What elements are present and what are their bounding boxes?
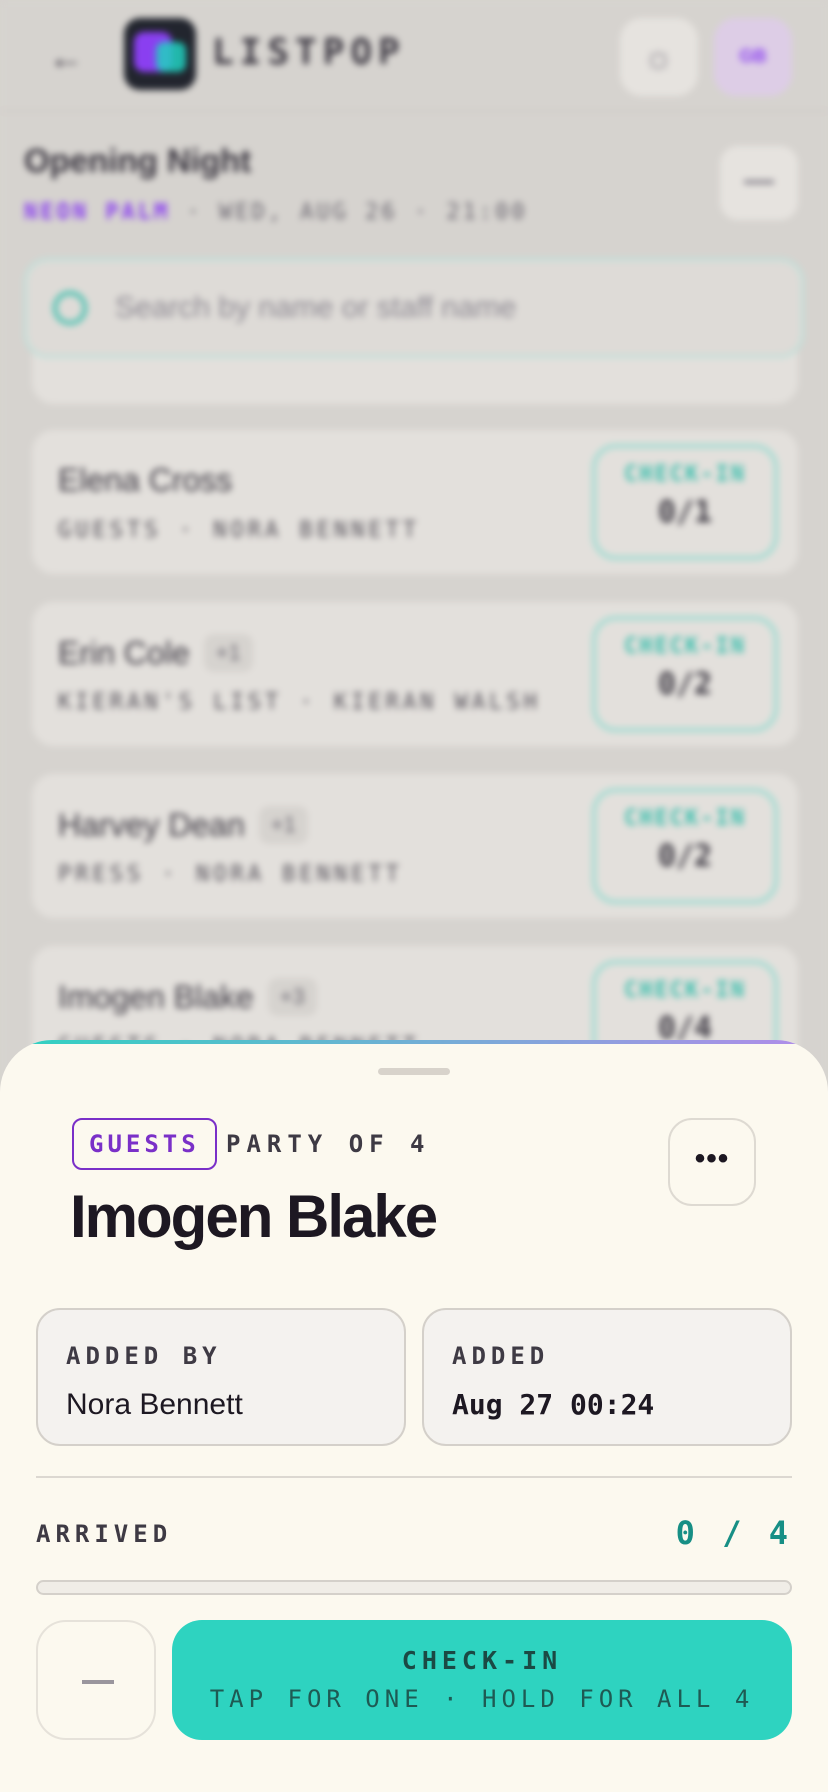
- checkin-hint: TAP FOR ONE · HOLD FOR ALL 4: [209, 1685, 755, 1713]
- sun-icon: ☼: [642, 36, 675, 77]
- minus-icon: [744, 180, 774, 184]
- guest-detail-sheet: GUESTS PARTY OF 4 ••• Imogen Blake ADDED…: [0, 1040, 828, 1792]
- undo-checkin-button[interactable]: [36, 1620, 156, 1740]
- event-venue: NEON PALM: [24, 200, 171, 225]
- back-arrow-icon[interactable]: ←: [48, 36, 84, 78]
- divider: [36, 1476, 792, 1478]
- guest-meta: KIERAN'S LIST · KIERAN WALSH: [58, 690, 541, 715]
- more-icon: •••: [694, 1142, 730, 1175]
- guest-name-title: Imogen Blake: [70, 1183, 438, 1250]
- plus-badge: +3: [267, 978, 317, 1016]
- list-item[interactable]: Erin Cole +1 KIERAN'S LIST · KIERAN WALSH…: [32, 602, 798, 746]
- event-details: · WED, AUG 26 · 21:00: [186, 200, 528, 225]
- app-logo-icon: [124, 18, 196, 90]
- checkin-button[interactable]: CHECK-IN 0/2: [592, 788, 778, 904]
- plus-badge: +1: [258, 806, 308, 844]
- more-options-button[interactable]: •••: [668, 1118, 756, 1206]
- added-by-value: Nora Bennett: [66, 1388, 243, 1421]
- minus-icon: [82, 1680, 114, 1684]
- sheet-drag-handle[interactable]: [378, 1068, 450, 1075]
- guest-name: Imogen Blake: [58, 978, 254, 1015]
- arrived-label: ARRIVED: [36, 1520, 173, 1548]
- arrived-count: 0 / 4: [675, 1514, 792, 1552]
- checkin-button-main[interactable]: CHECK-IN TAP FOR ONE · HOLD FOR ALL 4: [172, 1620, 792, 1740]
- added-card: ADDED Aug 27 00:24: [422, 1308, 792, 1446]
- top-bar: ← LISTPOP ☼ GB: [0, 0, 828, 112]
- guest-name: Harvey Dean: [58, 806, 245, 843]
- guest-name: Erin Cole: [58, 634, 190, 671]
- brand-name: LISTPOP: [212, 32, 406, 73]
- checkin-button[interactable]: CHECK-IN 0/2: [592, 616, 778, 732]
- theme-toggle-button[interactable]: ☼: [620, 18, 698, 96]
- checkin-title: CHECK-IN: [401, 1646, 563, 1675]
- checkin-button[interactable]: CHECK-IN 0/1: [592, 444, 778, 560]
- list-tag: GUESTS: [72, 1118, 217, 1170]
- event-menu-button[interactable]: [720, 146, 798, 220]
- plus-badge: +1: [203, 634, 253, 672]
- search-icon: [53, 291, 87, 325]
- added-by-label: ADDED BY: [66, 1342, 222, 1370]
- avatar[interactable]: GB: [714, 18, 792, 96]
- event-subtitle: NEON PALM · WED, AUG 26 · 21:00: [24, 200, 528, 225]
- guest-meta: PRESS · NORA BENNETT: [58, 862, 403, 887]
- search-input[interactable]: Search by name or staff name: [24, 258, 804, 358]
- guest-name: Elena Cross: [58, 462, 233, 498]
- list-item[interactable]: Harvey Dean +1 PRESS · NORA BENNETT CHECK…: [32, 774, 798, 918]
- event-title: Opening Night: [24, 142, 252, 179]
- list-item[interactable]: Elena Cross GUESTS · NORA BENNETT CHECK-…: [32, 430, 798, 574]
- guest-meta: GUESTS · NORA BENNETT: [58, 518, 421, 543]
- added-value: Aug 27 00:24: [452, 1388, 655, 1421]
- added-by-card: ADDED BY Nora Bennett: [36, 1308, 406, 1446]
- arrived-progress-bar: [36, 1580, 792, 1595]
- search-placeholder: Search by name or staff name: [115, 291, 517, 324]
- added-label: ADDED: [452, 1342, 550, 1370]
- party-size: PARTY OF 4: [226, 1130, 431, 1158]
